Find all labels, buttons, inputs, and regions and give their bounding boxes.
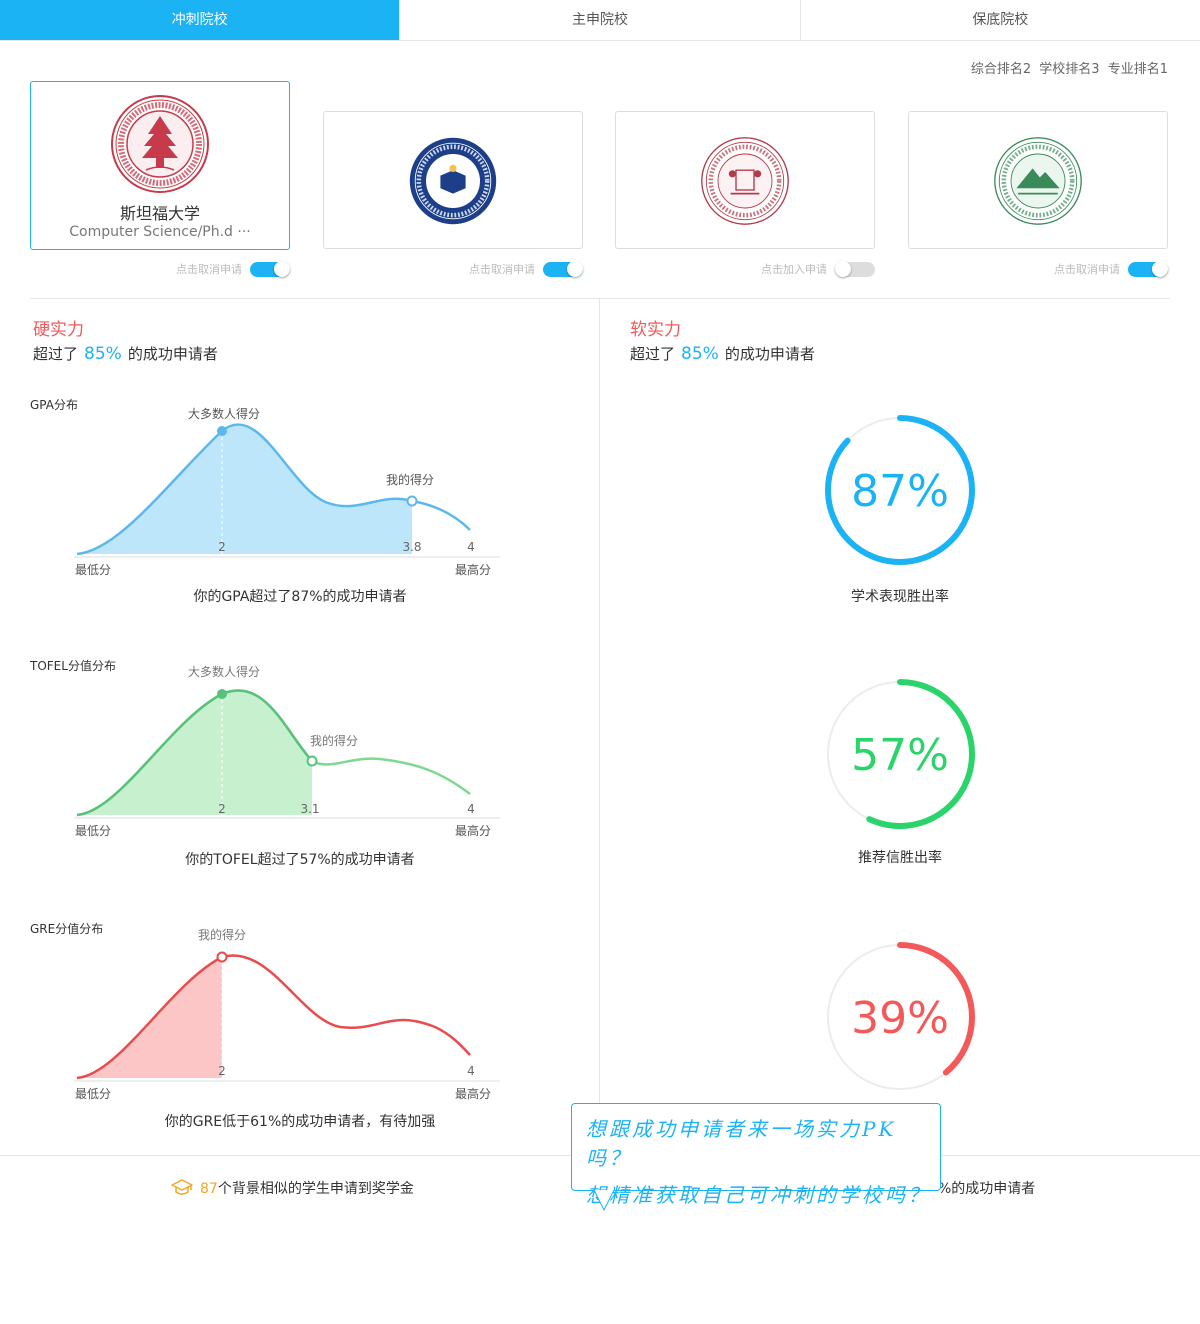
recommendation-letter-ring: 57% <box>825 679 975 829</box>
soft-strength-title: 软实力 <box>630 320 681 340</box>
gpa-max-value: 4 <box>467 540 475 554</box>
apply-toggle-row: 点击取消申请 <box>30 261 290 278</box>
recommendation-letter-label: 推荐信胜出率 <box>858 850 942 866</box>
divider <box>30 298 1170 299</box>
hard-strength-title: 硬实力 <box>33 320 84 340</box>
school-card-stanford[interactable]: 斯坦福大学 Computer Science/Ph.d ··· <box>30 81 290 250</box>
third-soft-skill-ring: 39% <box>825 942 975 1092</box>
tofel-my-point <box>306 755 318 767</box>
berkeley-seal-logo <box>409 137 497 225</box>
tofel-peak-point <box>217 689 227 699</box>
ring-percent-text: 39% <box>851 993 949 1044</box>
graduation-cap-icon <box>171 1179 193 1195</box>
gre-caption: 你的GRE低于61%的成功申请者，有待加强 <box>164 1114 436 1130</box>
hard-strength-summary: 超过了 85% 的成功申请者 <box>33 343 218 364</box>
academic-performance-label: 学术表现胜出率 <box>851 589 949 605</box>
tofel-max-text: 最高分 <box>455 823 491 838</box>
bubble-line-2: 想精准获取自己可冲刺的学校吗？ <box>586 1183 931 1207</box>
gre-max-text: 最高分 <box>455 1086 491 1101</box>
tofel-peak-label: 大多数人得分 <box>188 664 260 679</box>
bubble-line-1: 想跟成功申请者来一场实力PK吗？ <box>586 1117 897 1170</box>
tofel-caption: 你的TOFEL超过了57%的成功申请者 <box>185 852 415 868</box>
ring-percent-text: 57% <box>851 730 949 781</box>
toggle-knob <box>835 261 851 277</box>
apply-toggle-row: 点击取消申请 <box>908 261 1168 278</box>
gpa-peak-point <box>217 426 227 436</box>
apply-toggle[interactable] <box>1128 261 1168 277</box>
tofel-my-label: 我的得分 <box>310 733 358 748</box>
soft-strength-summary: 超过了 85% 的成功申请者 <box>630 343 815 364</box>
gpa-peak-label: 大多数人得分 <box>188 406 260 421</box>
tab-sprint-schools[interactable]: 冲刺院校 <box>0 0 400 40</box>
apply-toggle-row: 点击加入申请 <box>615 261 875 278</box>
gpa-max-text: 最高分 <box>455 562 491 577</box>
gpa-my-label: 我的得分 <box>386 472 434 487</box>
tofel-distribution-chart: 大多数人得分 我的得分 2 3.1 4 最低分 最高分 <box>74 664 500 838</box>
academic-performance-ring: 87% <box>825 415 975 565</box>
gre-distribution-chart: 我的得分 2 4 最低分 最高分 <box>74 927 500 1101</box>
tofel-peak-value: 2 <box>218 802 226 816</box>
gpa-peak-value: 2 <box>218 540 226 554</box>
success-applicants-info: %的成功申请者 <box>938 1181 1036 1197</box>
scholarship-info: 87个背景相似的学生申请到奖学金 <box>170 1178 414 1198</box>
major-ranking: 专业排名1 <box>1107 62 1168 77</box>
rankings: 综合排名2 学校排名3 专业排名1 <box>967 58 1168 77</box>
gpa-distribution-chart: 大多数人得分 我的得分 2 3.8 4 最低分 最高分 <box>74 406 500 577</box>
toggle-knob <box>1152 261 1168 277</box>
gpa-area-fill <box>77 424 412 554</box>
gpa-caption: 你的GPA超过了87%的成功申请者 <box>193 589 407 605</box>
summary-suffix: 的成功申请者 <box>127 345 218 363</box>
gre-max-value: 4 <box>467 1064 475 1078</box>
pk-promo-bubble[interactable]: 想跟成功申请者来一场实力PK吗？ 想精准获取自己可冲刺的学校吗？ <box>571 1103 941 1212</box>
apply-toggle[interactable] <box>543 261 583 277</box>
apply-toggle[interactable] <box>250 261 290 277</box>
gre-my-point <box>216 951 228 963</box>
summary-prefix: 超过了 <box>630 345 676 363</box>
gre-peak-value: 2 <box>218 1064 226 1078</box>
summary-prefix: 超过了 <box>33 345 79 363</box>
school-major: Computer Science/Ph.d ··· <box>69 224 251 240</box>
overall-ranking: 综合排名2 <box>970 62 1032 77</box>
bubble-tail <box>594 1190 615 1212</box>
toggle-knob <box>567 261 583 277</box>
ring-percent-text: 87% <box>851 466 949 517</box>
tofel-max-value: 4 <box>467 802 475 816</box>
gpa-my-value: 3.8 <box>402 540 421 554</box>
summary-percent: 85% <box>681 344 719 364</box>
tab-main-schools[interactable]: 主申院校 <box>399 0 799 40</box>
school-card-mit[interactable] <box>615 111 875 249</box>
school-name: 斯坦福大学 <box>119 204 200 223</box>
school-card-berkeley[interactable] <box>323 111 583 249</box>
gre-min-text: 最低分 <box>75 1087 111 1101</box>
scholarship-count: 87 <box>200 1181 218 1197</box>
oregon-seal-logo <box>994 137 1082 225</box>
summary-suffix: 的成功申请者 <box>724 345 815 363</box>
tofel-min-text: 最低分 <box>75 824 111 838</box>
gpa-min-text: 最低分 <box>75 563 111 577</box>
scholarship-text: 个背景相似的学生申请到奖学金 <box>217 1181 414 1197</box>
toggle-label: 点击取消申请 <box>469 263 535 276</box>
gre-peak-label: 我的得分 <box>198 927 246 942</box>
toggle-knob <box>274 261 290 277</box>
school-card-oregon[interactable] <box>908 111 1168 249</box>
apply-toggle-row: 点击取消申请 <box>323 261 583 278</box>
school-ranking: 学校排名3 <box>1039 62 1100 77</box>
toggle-label: 点击取消申请 <box>176 263 242 276</box>
stanford-seal-logo <box>111 95 209 193</box>
column-divider <box>599 299 600 1155</box>
tab-safety-schools[interactable]: 保底院校 <box>799 0 1200 40</box>
toggle-label: 点击取消申请 <box>1054 263 1120 276</box>
toggle-label: 点击加入申请 <box>761 263 827 276</box>
gpa-my-point <box>406 495 418 507</box>
summary-percent: 85% <box>84 344 122 364</box>
gre-area-fill <box>77 957 222 1078</box>
apply-toggle[interactable] <box>835 261 875 277</box>
tab-bar: 冲刺院校 主申院校 保底院校 <box>0 0 1200 41</box>
tofel-my-value: 3.1 <box>300 802 319 816</box>
mit-seal-logo <box>701 137 789 225</box>
